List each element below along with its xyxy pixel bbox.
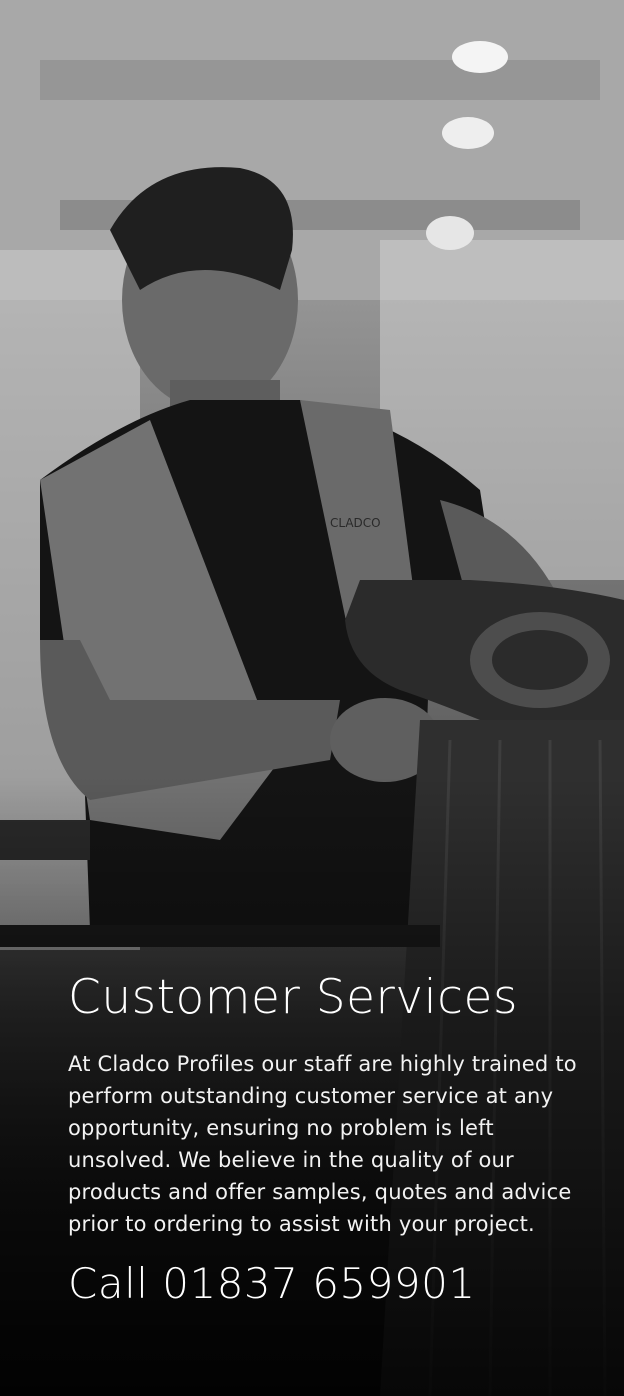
svg-text:CLADCO: CLADCO xyxy=(330,516,381,530)
description-paragraph: At Cladco Profiles our staff are highly … xyxy=(68,1052,577,1236)
customer-services-panel: CLADCO Customer Services At Cladco Profi… xyxy=(0,0,624,1396)
text-overlay: Customer Services At Cladco Profiles our… xyxy=(68,968,588,1312)
phone-call-link[interactable]: Call 01837 659901 xyxy=(68,1256,588,1312)
page-title: Customer Services xyxy=(68,970,518,1025)
